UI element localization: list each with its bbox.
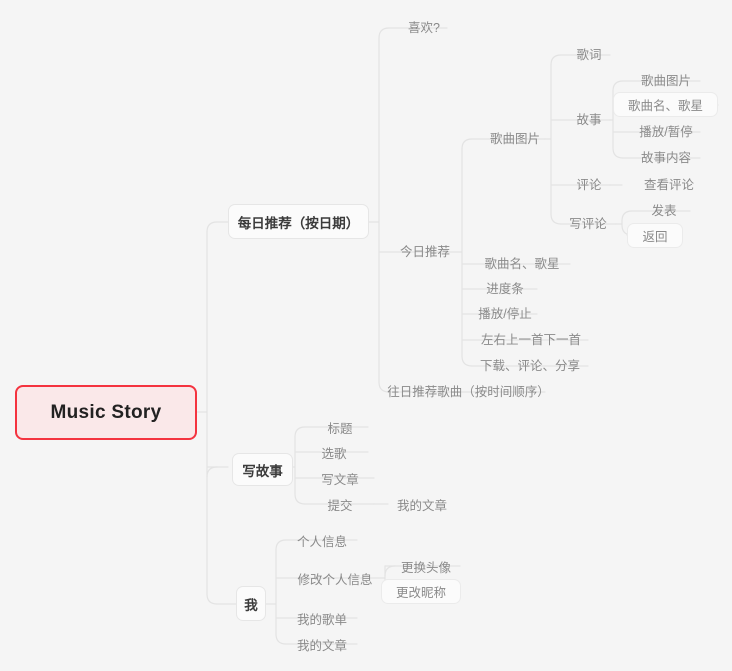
node-progress-bar[interactable]: 进度条 (480, 277, 530, 297)
node-daily-recommend[interactable]: 每日推荐（按日期） (228, 204, 369, 239)
node-back[interactable]: 返回 (627, 223, 683, 248)
node-my-articles[interactable]: 我的文章 (296, 634, 348, 654)
node-write-comment[interactable]: 写评论 (562, 212, 614, 232)
node-pick-song[interactable]: 选歌 (315, 442, 353, 462)
node-write-story[interactable]: 写故事 (232, 453, 293, 486)
node-change-nickname[interactable]: 更改昵称 (381, 579, 461, 604)
node-download-comment-share[interactable]: 下载、评论、分享 (473, 354, 587, 374)
node-me[interactable]: 我 (236, 586, 266, 621)
node-today-recommend[interactable]: 今日推荐 (399, 240, 451, 260)
node-view-comments[interactable]: 查看评论 (636, 173, 702, 193)
node-past-recommend[interactable]: 往日推荐歌曲（按时间顺序） (387, 380, 550, 400)
node-play-stop[interactable]: 播放/停止 (474, 302, 536, 322)
mindmap-canvas: Music Story 每日推荐（按日期） 写故事 我 喜欢? 今日推荐 往日推… (0, 0, 732, 671)
node-story-song-name-star[interactable]: 歌曲名、歌星 (613, 92, 718, 117)
node-edit-personal-info[interactable]: 修改个人信息 (296, 568, 374, 588)
node-personal-info[interactable]: 个人信息 (296, 530, 348, 550)
node-story-picture[interactable]: 歌曲图片 (633, 69, 699, 89)
node-song-name-star[interactable]: 歌曲名、歌星 (474, 252, 570, 272)
node-prev-next-song[interactable]: 左右上一首下一首 (475, 328, 587, 348)
node-publish[interactable]: 发表 (645, 199, 683, 219)
node-my-playlist[interactable]: 我的歌单 (296, 608, 348, 628)
node-submit[interactable]: 提交 (321, 494, 359, 514)
node-like[interactable]: 喜欢? (399, 16, 449, 36)
node-my-articles-from-submit[interactable]: 我的文章 (396, 494, 448, 514)
root-node-music-story[interactable]: Music Story (15, 385, 197, 440)
node-write-article[interactable]: 写文章 (315, 468, 365, 488)
node-story-content[interactable]: 故事内容 (633, 146, 699, 166)
node-play-pause[interactable]: 播放/暂停 (633, 120, 699, 140)
node-story[interactable]: 故事 (570, 108, 608, 128)
node-song-picture[interactable]: 歌曲图片 (485, 127, 545, 147)
node-lyrics[interactable]: 歌词 (570, 43, 608, 63)
node-change-avatar[interactable]: 更换头像 (400, 556, 452, 576)
node-title-field[interactable]: 标题 (321, 417, 359, 437)
node-comment[interactable]: 评论 (570, 173, 608, 193)
